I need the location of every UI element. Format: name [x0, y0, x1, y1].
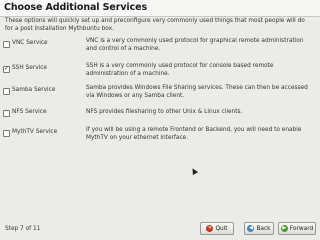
service-row-nfs: NFS Service NFS provides filesharing to …	[0, 109, 320, 129]
nfs-service-label[interactable]: NFS Service	[12, 109, 47, 115]
vnc-service-label[interactable]: VNC Service	[12, 40, 48, 46]
nfs-service-description: NFS provides filesharing to other Unix &…	[86, 109, 243, 115]
ssh-service-description: SSH is a very commonly used protocol for…	[86, 63, 274, 77]
mythtv-service-label[interactable]: MythTV Service	[12, 129, 57, 135]
mythtv-service-checkbox[interactable]	[3, 130, 10, 137]
footer-bar: Step 7 of 11 ✕ Quit ◀ Back ▶ Forward	[0, 218, 320, 240]
mouse-cursor-icon	[189, 166, 199, 176]
forward-button-label: Forward	[289, 225, 314, 232]
forward-arrow-icon: ▶	[280, 225, 288, 232]
mythtv-service-description: If you will be using a remote Frontend o…	[86, 127, 302, 141]
samba-service-checkbox[interactable]	[3, 88, 10, 95]
service-row-mythtv: MythTV Service If you will be using a re…	[0, 127, 320, 147]
samba-service-description: Samba provides Windows File Sharing serv…	[86, 85, 308, 99]
check-icon	[4, 40, 9, 47]
vnc-service-description: VNC is a very commonly used protocol for…	[86, 38, 304, 52]
check-icon	[4, 87, 9, 94]
quit-button[interactable]: ✕ Quit	[200, 222, 234, 235]
header-bar: Choose Additional Services	[0, 0, 320, 17]
back-arrow-icon: ◀	[247, 225, 255, 232]
quit-icon: ✕	[206, 225, 214, 232]
check-icon	[4, 129, 9, 136]
quit-button-label: Quit	[215, 225, 228, 232]
intro-text: These options will quickly set up and pr…	[5, 18, 305, 32]
samba-service-label[interactable]: Samba Service	[12, 87, 55, 93]
service-row-vnc: VNC Service VNC is a very commonly used …	[0, 38, 320, 58]
ssh-service-label[interactable]: SSH Service	[12, 65, 47, 71]
step-indicator: Step 7 of 11	[5, 226, 41, 232]
back-button[interactable]: ◀ Back	[244, 222, 274, 235]
service-row-ssh: ✓ SSH Service SSH is a very commonly use…	[0, 63, 320, 83]
check-icon	[4, 109, 9, 116]
ssh-service-checkbox[interactable]: ✓	[3, 65, 10, 73]
service-row-samba: Samba Service Samba provides Windows Fil…	[0, 85, 320, 105]
check-icon: ✓	[4, 65, 10, 72]
nfs-service-checkbox[interactable]	[3, 110, 10, 117]
vnc-service-checkbox[interactable]	[3, 41, 10, 48]
back-button-label: Back	[256, 225, 271, 232]
forward-button[interactable]: ▶ Forward	[278, 222, 316, 235]
page-title: Choose Additional Services	[4, 2, 148, 13]
